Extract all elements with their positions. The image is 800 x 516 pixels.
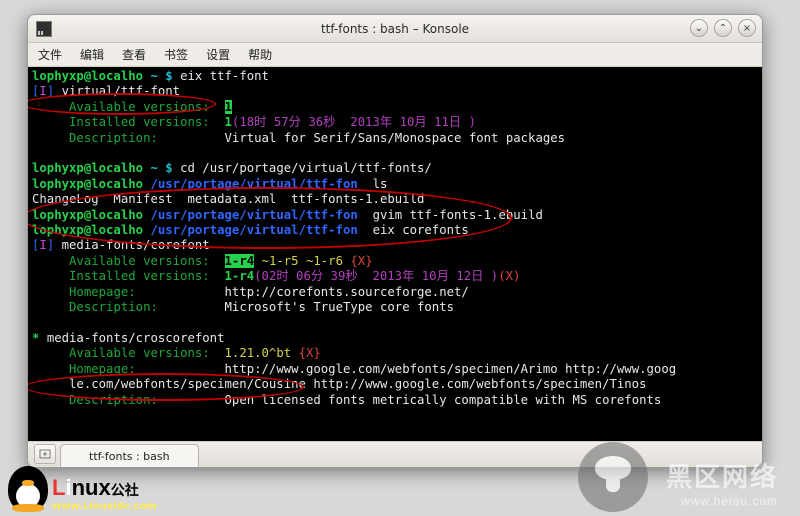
minimize-button[interactable]: ⌄ — [690, 19, 708, 37]
new-tab-button[interactable] — [34, 444, 56, 464]
tux-icon — [8, 466, 48, 512]
watermark-linuxidc: Linux公社 www.Linuxidc.com — [8, 466, 157, 512]
tab-label: ttf-fonts : bash — [89, 450, 170, 463]
maximize-button[interactable]: ⌃ — [714, 19, 732, 37]
watermark-heiqu: 黑区网络 www.heiqu.com — [666, 457, 778, 508]
tab-ttf-fonts[interactable]: ttf-fonts : bash — [60, 444, 199, 467]
menu-file[interactable]: 文件 — [38, 46, 62, 63]
mushroom-icon — [578, 442, 648, 512]
menu-view[interactable]: 查看 — [122, 46, 146, 63]
new-tab-icon — [39, 448, 51, 460]
app-icon — [36, 21, 52, 37]
window-title: ttf-fonts : bash – Konsole — [321, 22, 469, 36]
menu-bookmarks[interactable]: 书签 — [164, 46, 188, 63]
close-button[interactable]: × — [738, 19, 756, 37]
window-buttons: ⌄ ⌃ × — [690, 19, 756, 37]
menu-edit[interactable]: 编辑 — [80, 46, 104, 63]
menu-settings[interactable]: 设置 — [206, 46, 230, 63]
terminal[interactable]: lophyxp@localho ~ $ eix ttf-font [I] vir… — [28, 67, 762, 441]
konsole-window: ttf-fonts : bash – Konsole ⌄ ⌃ × 文件 编辑 查… — [27, 14, 763, 468]
menubar: 文件 编辑 查看 书签 设置 帮助 — [28, 43, 762, 67]
titlebar[interactable]: ttf-fonts : bash – Konsole ⌄ ⌃ × — [28, 15, 762, 43]
menu-help[interactable]: 帮助 — [248, 46, 272, 63]
tabbar: ttf-fonts : bash — [28, 441, 762, 467]
